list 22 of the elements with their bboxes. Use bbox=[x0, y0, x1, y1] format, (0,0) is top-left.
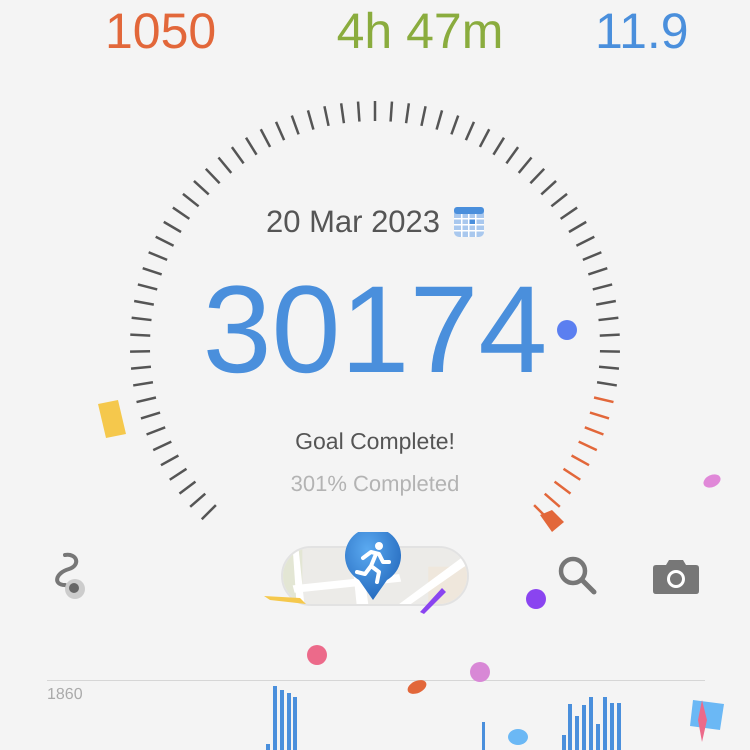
confetti-piece bbox=[470, 662, 490, 682]
stat-value: 1050 bbox=[105, 6, 216, 56]
calendar-icon[interactable] bbox=[454, 207, 484, 237]
chart-max-label: 1860 bbox=[47, 686, 83, 704]
confetti-piece bbox=[264, 596, 306, 604]
runner-pin-icon bbox=[343, 532, 403, 602]
camera-icon[interactable] bbox=[653, 558, 699, 594]
confetti-piece bbox=[540, 510, 564, 532]
confetti-piece bbox=[703, 474, 721, 488]
percent-completed: 301% Completed bbox=[290, 471, 460, 497]
date-label: 20 Mar 2023 bbox=[266, 204, 440, 240]
confetti-piece bbox=[98, 400, 126, 438]
confetti-piece bbox=[408, 680, 426, 694]
confetti-piece bbox=[557, 320, 577, 340]
confetti-piece bbox=[307, 645, 327, 665]
confetti-piece bbox=[420, 588, 446, 614]
step-count: 30174 bbox=[202, 268, 548, 392]
confetti-piece bbox=[526, 589, 546, 609]
stat-value: 11.9 bbox=[595, 6, 689, 56]
confetti-piece bbox=[508, 729, 528, 745]
stat-value: 4h 47m bbox=[336, 6, 504, 56]
goal-status: Goal Complete! bbox=[295, 428, 455, 455]
